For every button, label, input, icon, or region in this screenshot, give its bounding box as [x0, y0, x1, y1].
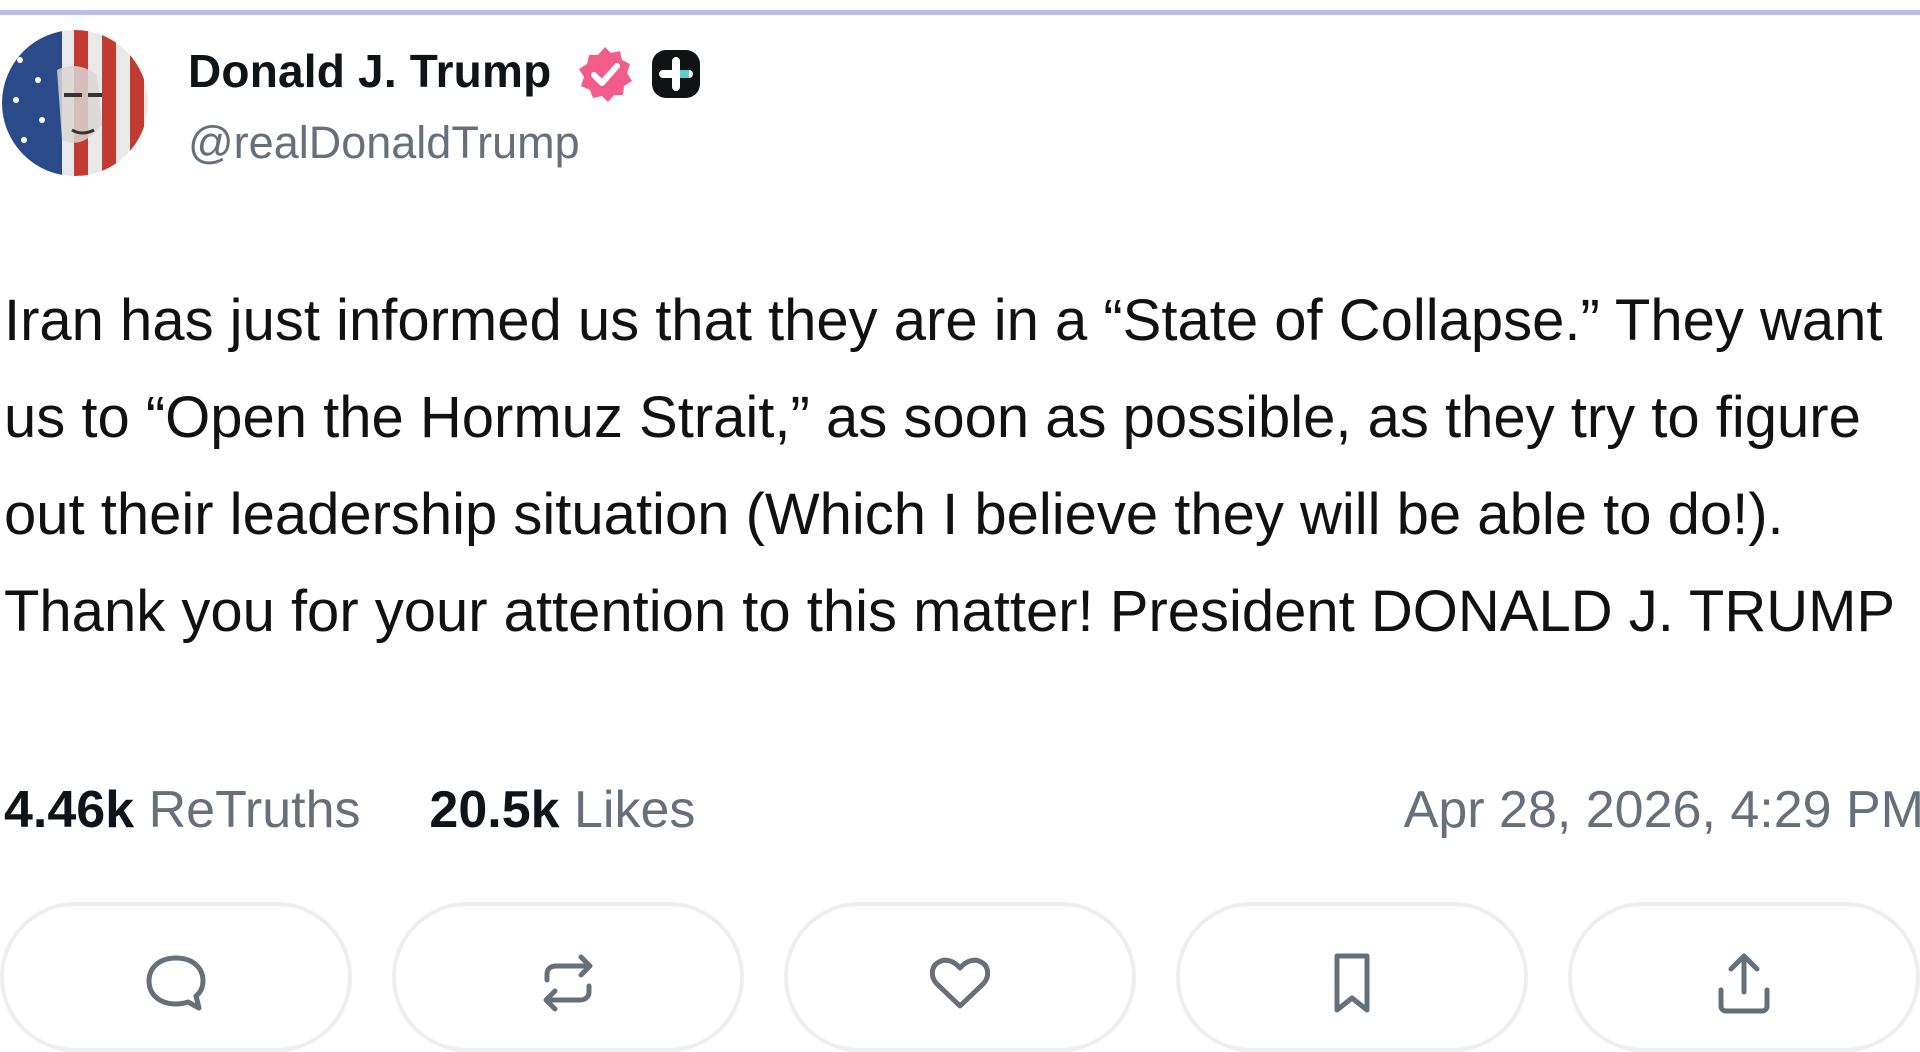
reply-button[interactable]: [0, 902, 352, 1052]
post-timestamp: Apr 28, 2026, 4:29 PM: [1403, 781, 1920, 839]
post-body-text: Iran has just informed us that they are …: [4, 288, 1896, 644]
retruths-label: ReTruths: [148, 781, 361, 839]
retruths-count: 4.46k: [4, 781, 135, 839]
likes-stat[interactable]: 20.5k Likes: [429, 781, 695, 839]
avatar-image: [2, 30, 148, 176]
avatar[interactable]: [2, 30, 148, 176]
bookmark-button[interactable]: [1176, 902, 1528, 1052]
author-display-name[interactable]: Donald J. Trump: [188, 44, 551, 98]
comment-icon: [146, 955, 206, 1011]
likes-count: 20.5k: [429, 781, 560, 839]
share-icon: [1718, 953, 1770, 1014]
retruths-stat[interactable]: 4.46k ReTruths: [4, 781, 375, 839]
verified-badge-icon: [575, 44, 635, 104]
bookmark-icon: [1334, 953, 1370, 1013]
post-action-bar: [0, 902, 1920, 1052]
retruth-button[interactable]: [392, 902, 744, 1052]
author-handle[interactable]: @realDonaldTrump: [188, 117, 580, 169]
retruth-icon: [543, 954, 593, 1012]
top-divider: [0, 10, 1920, 15]
like-icon: [929, 957, 991, 1009]
like-button[interactable]: [784, 902, 1136, 1052]
plus-badge-icon: [650, 48, 702, 100]
share-button[interactable]: [1568, 902, 1920, 1052]
post-stats: 4.46k ReTruths 20.5k Likes: [4, 780, 695, 840]
likes-label: Likes: [574, 781, 696, 839]
